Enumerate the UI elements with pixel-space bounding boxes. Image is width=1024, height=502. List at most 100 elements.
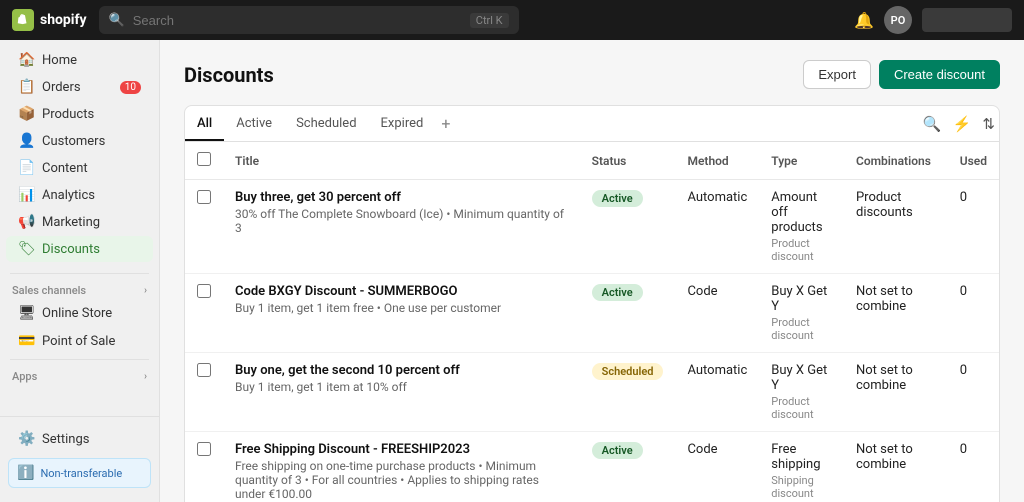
table-row: Buy one, get the second 10 percent off B… [185,353,999,432]
customers-icon: 👤 [18,133,34,149]
discount-title[interactable]: Buy three, get 30 percent off [235,190,568,205]
tab-expired[interactable]: Expired [369,108,436,141]
sidebar-main-nav: 🏠 Home 📋 Orders 10 📦 Products 👤 Customer… [0,40,159,269]
add-tab-button[interactable]: + [435,106,456,141]
table-row: Buy three, get 30 percent off 30% off Th… [185,180,999,274]
nontransferable-label: Non-transferable [40,467,122,480]
sales-channels-label: Sales channels › [0,278,159,299]
discount-desc: Free shipping on one-time purchase produ… [235,459,568,501]
row-checkbox[interactable] [197,284,211,298]
sidebar-label-analytics: Analytics [42,188,95,203]
topbar: shopify 🔍 Ctrl K 🔔 PO [0,0,1024,40]
sidebar-item-settings[interactable]: ⚙️ Settings [6,426,153,452]
row-status-cell: Active [580,432,676,502]
select-all-col [185,142,223,180]
avatar[interactable]: PO [884,6,912,34]
apps-label: Apps › [0,364,159,385]
discounts-tbody: Buy three, get 30 percent off 30% off Th… [185,180,999,502]
row-used-cell: 0 [948,274,999,353]
nontransferable-banner: ℹ️ Non-transferable [8,458,151,488]
row-used-cell: 0 [948,180,999,274]
page-header: Discounts Export Create discount [184,60,1000,89]
row-status-cell: Active [580,274,676,353]
discount-title[interactable]: Code BXGY Discount - SUMMERBOGO [235,284,568,299]
status-badge: Active [592,442,643,459]
tab-scheduled[interactable]: Scheduled [284,108,368,141]
col-used: Used [948,142,999,180]
row-combinations-cell: Product discounts [844,180,948,274]
row-used-cell: 0 [948,353,999,432]
row-checkbox[interactable] [197,442,211,456]
discounts-tabs: All Active Scheduled Expired + 🔍 ⚡ ⇅ [185,106,999,142]
sidebar-item-orders[interactable]: 📋 Orders 10 [6,74,153,100]
sidebar-item-marketing[interactable]: 📢 Marketing [6,209,153,235]
notification-bell-icon[interactable]: 🔔 [854,11,874,30]
row-status-cell: Scheduled [580,353,676,432]
sidebar-item-online-store[interactable]: 🖥 Online Store [6,300,153,326]
row-checkbox-cell [185,353,223,432]
tab-active[interactable]: Active [224,108,284,141]
discounts-table-container: All Active Scheduled Expired + 🔍 ⚡ ⇅ [184,105,1000,502]
apps-arrow-icon[interactable]: › [144,371,147,382]
sidebar-label-online-store: Online Store [42,306,112,321]
row-combinations-cell: Not set to combine [844,353,948,432]
sidebar-divider-2 [10,359,149,360]
sales-channels-arrow-icon[interactable]: › [144,285,147,296]
tab-all[interactable]: All [185,108,224,141]
col-status: Status [580,142,676,180]
col-title: Title [223,142,580,180]
online-store-icon: 🖥 [18,305,34,321]
row-title-cell: Free Shipping Discount - FREESHIP2023 Fr… [223,432,580,502]
shopify-logo-icon [12,9,34,31]
row-title-cell: Buy three, get 30 percent off 30% off Th… [223,180,580,274]
content-icon: 📄 [18,160,34,176]
table-row: Free Shipping Discount - FREESHIP2023 Fr… [185,432,999,502]
sidebar-item-analytics[interactable]: 📊 Analytics [6,182,153,208]
search-table-button[interactable]: 🔍 [919,111,946,137]
type-label: Buy X Get Y [771,284,832,314]
row-method-cell: Automatic [675,180,759,274]
row-type-cell: Amount off products Product discount [759,180,844,274]
sidebar-item-home[interactable]: 🏠 Home [6,47,153,73]
discount-desc: Buy 1 item, get 1 item at 10% off [235,380,568,394]
row-title-cell: Code BXGY Discount - SUMMERBOGO Buy 1 it… [223,274,580,353]
filter-table-button[interactable]: ⚡ [949,111,976,137]
row-method-cell: Automatic [675,353,759,432]
discount-title[interactable]: Buy one, get the second 10 percent off [235,363,568,378]
sidebar-label-content: Content [42,161,88,176]
row-method-cell: Code [675,274,759,353]
orders-icon: 📋 [18,79,34,95]
sidebar-item-products[interactable]: 📦 Products [6,101,153,127]
sidebar-item-content[interactable]: 📄 Content [6,155,153,181]
account-selector[interactable] [922,8,1012,32]
row-type-cell: Free shipping Shipping discount [759,432,844,502]
sidebar-label-discounts: Discounts [42,242,100,257]
select-all-checkbox[interactable] [197,152,211,166]
discount-title[interactable]: Free Shipping Discount - FREESHIP2023 [235,442,568,457]
sidebar-label-marketing: Marketing [42,215,100,230]
type-label: Amount off products [771,190,832,235]
analytics-icon: 📊 [18,187,34,203]
search-icon: 🔍 [109,13,125,28]
export-button[interactable]: Export [803,60,871,89]
sort-table-button[interactable]: ⇅ [978,111,999,137]
row-title-cell: Buy one, get the second 10 percent off B… [223,353,580,432]
home-icon: 🏠 [18,52,34,68]
apps-text: Apps [12,370,37,383]
search-input[interactable] [133,13,462,28]
sidebar-label-settings: Settings [42,432,89,447]
row-checkbox[interactable] [197,363,211,377]
sidebar-item-discounts[interactable]: 🏷 Discounts [6,236,153,262]
table-toolbar: 🔍 ⚡ ⇅ [919,111,999,137]
type-sub-label: Product discount [771,316,832,342]
discount-desc: 30% off The Complete Snowboard (Ice) • M… [235,207,568,235]
sidebar-label-customers: Customers [42,134,105,149]
sidebar-item-customers[interactable]: 👤 Customers [6,128,153,154]
row-checkbox[interactable] [197,190,211,204]
sidebar-item-point-of-sale[interactable]: 💳 Point of Sale [6,328,153,354]
search-bar[interactable]: 🔍 Ctrl K [99,6,519,34]
marketing-icon: 📢 [18,214,34,230]
main-content: Discounts Export Create discount All Act… [160,40,1024,502]
create-discount-button[interactable]: Create discount [879,60,1000,89]
sidebar-divider-1 [10,273,149,274]
